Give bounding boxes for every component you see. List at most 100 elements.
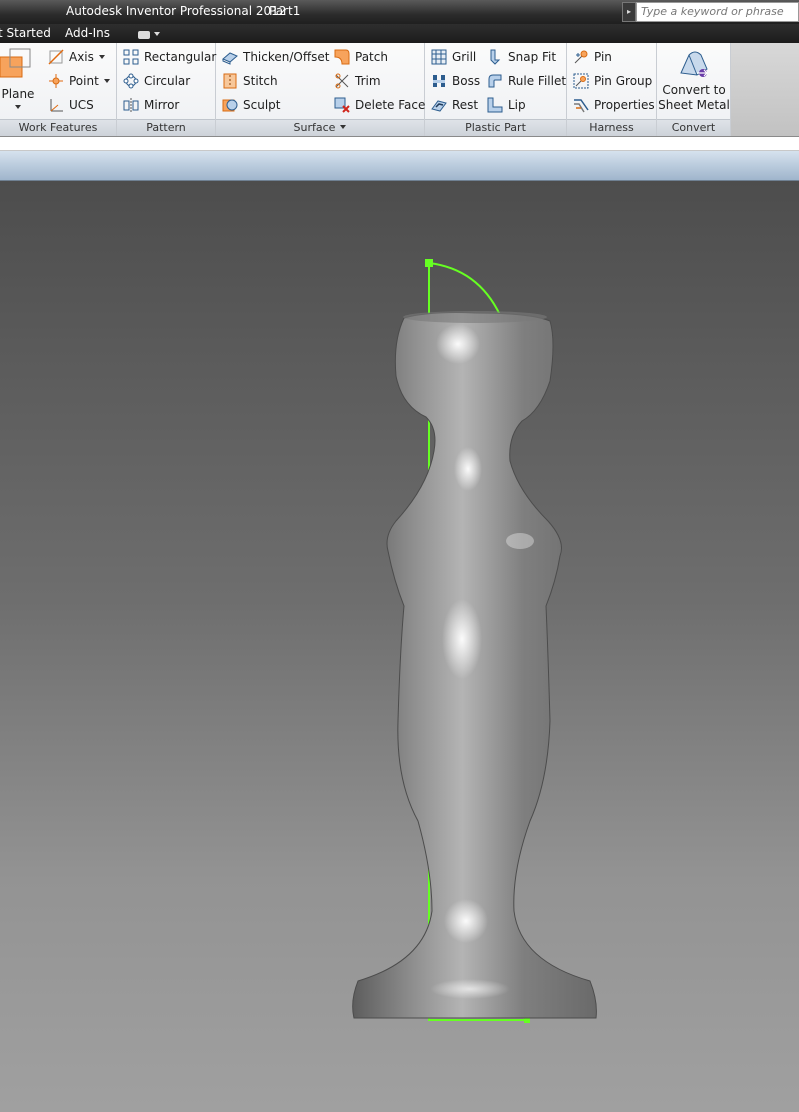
plane-label: Plane: [1, 87, 35, 101]
thicken-offset-icon: [222, 49, 238, 65]
chevron-down-icon: [154, 32, 160, 36]
ucs-icon: [48, 97, 64, 113]
ribbon-separator-bar: [0, 137, 799, 151]
circular-label: Circular: [144, 74, 191, 88]
panel-pattern: Rectangular Circular Mirror Pattern: [117, 43, 216, 136]
ribbon-tab-bar: t Started Add-Ins: [0, 24, 799, 43]
rectangular-pattern-button[interactable]: Rectangular: [123, 47, 216, 67]
ucs-button[interactable]: UCS: [48, 95, 94, 115]
rectangular-label: Rectangular: [144, 50, 217, 64]
lip-label: Lip: [508, 98, 526, 112]
pin-group-icon: [573, 73, 589, 89]
stitch-button[interactable]: Stitch: [222, 71, 278, 91]
grill-icon: [431, 49, 447, 65]
delete-face-button[interactable]: Delete Face: [334, 95, 425, 115]
pin-group-label: Pin Group: [594, 74, 653, 88]
search-expand-icon[interactable]: ▸: [622, 2, 636, 22]
panel-surface: Thicken/Offset Stitch Sculpt Patch Trim …: [216, 43, 425, 136]
circular-pattern-icon: [123, 73, 139, 89]
thicken-offset-button[interactable]: Thicken/Offset: [222, 47, 329, 67]
tab-get-started[interactable]: t Started: [0, 26, 51, 40]
lip-button[interactable]: Lip: [487, 95, 526, 115]
pin-group-button[interactable]: Pin Group: [573, 71, 652, 91]
ribbon-empty-area: [731, 43, 799, 136]
axis-label: Axis: [69, 50, 94, 64]
sculpt-label: Sculpt: [243, 98, 281, 112]
pin-button[interactable]: Pin: [573, 47, 612, 67]
pin-label: Pin: [594, 50, 612, 64]
sculpt-icon: [222, 97, 238, 113]
mirror-button[interactable]: Mirror: [123, 95, 179, 115]
convert-to-sheet-metal-button[interactable]: Convert to Sheet Metal: [657, 47, 731, 117]
patch-button[interactable]: Patch: [334, 47, 388, 67]
panel-title-work-features: Work Features: [0, 119, 116, 136]
panel-title-surface-label: Surface: [293, 121, 336, 134]
help-search-input[interactable]: Type a keyword or phrase: [636, 2, 799, 22]
pin-icon: [573, 49, 589, 65]
properties-button[interactable]: Properties: [573, 95, 655, 115]
boss-icon: [431, 73, 447, 89]
panel-plastic-part: Grill Boss Rest Snap Fit Rule Fillet Lip…: [425, 43, 567, 136]
panel-title-harness: Harness: [567, 119, 656, 136]
boss-label: Boss: [452, 74, 481, 88]
boss-button[interactable]: Boss: [431, 71, 480, 91]
mirror-icon: [123, 97, 139, 113]
properties-icon: [573, 97, 589, 113]
panel-title-surface[interactable]: Surface: [216, 119, 424, 136]
graphics-viewport[interactable]: [0, 181, 799, 1112]
panel-title-plastic-part: Plastic Part: [425, 119, 566, 136]
ucs-label: UCS: [69, 98, 94, 112]
thicken-offset-label: Thicken/Offset: [243, 50, 330, 64]
stitch-icon: [222, 73, 238, 89]
trim-button[interactable]: Trim: [334, 71, 381, 91]
plane-button[interactable]: Plane: [0, 47, 36, 109]
lip-icon: [487, 97, 503, 113]
mirror-label: Mirror: [144, 98, 180, 112]
plane-icon: [0, 48, 31, 78]
panel-title-pattern: Pattern: [117, 119, 215, 136]
snap-fit-label: Snap Fit: [508, 50, 557, 64]
delete-face-icon: [334, 97, 350, 113]
axis-icon: [48, 48, 64, 65]
snap-fit-button[interactable]: Snap Fit: [487, 47, 556, 67]
circular-pattern-button[interactable]: Circular: [123, 71, 190, 91]
point-label: Point: [69, 74, 99, 88]
properties-label: Properties: [594, 98, 655, 112]
tab-overflow-button[interactable]: [138, 27, 164, 40]
trim-icon: [334, 73, 350, 89]
plane-dropdown-icon[interactable]: [15, 105, 21, 109]
trim-label: Trim: [355, 74, 381, 88]
document-name: Part1: [269, 4, 301, 18]
convert-line1: Convert to: [662, 83, 726, 97]
point-icon: [48, 73, 64, 89]
grill-button[interactable]: Grill: [431, 47, 476, 67]
sculpt-button[interactable]: Sculpt: [222, 95, 280, 115]
rectangular-pattern-icon: [123, 49, 139, 65]
document-tab-strip: [0, 151, 799, 181]
sketch-endpoint-top[interactable]: [425, 259, 433, 267]
point-dropdown-icon[interactable]: [103, 79, 110, 83]
patch-icon: [334, 49, 350, 65]
point-button[interactable]: Point: [48, 71, 110, 91]
snap-fit-icon: [487, 49, 503, 65]
rule-fillet-label: Rule Fillet: [508, 74, 567, 88]
rest-button[interactable]: Rest: [431, 95, 478, 115]
app-title: Autodesk Inventor Professional 2012: [66, 4, 287, 18]
rest-icon: [431, 97, 447, 113]
panel-convert: Convert to Sheet Metal Convert: [657, 43, 731, 136]
revolved-body-model[interactable]: [352, 311, 597, 1019]
model-canvas[interactable]: [0, 181, 799, 1112]
camera-icon: [138, 31, 150, 39]
convert-line2: Sheet Metal: [658, 98, 730, 112]
panel-harness: Pin Pin Group Properties Harness: [567, 43, 657, 136]
rest-label: Rest: [452, 98, 479, 112]
axis-dropdown-icon[interactable]: [98, 55, 105, 59]
axis-button[interactable]: Axis: [48, 47, 105, 67]
tab-add-ins[interactable]: Add-Ins: [65, 26, 110, 40]
grill-label: Grill: [452, 50, 477, 64]
sheet-metal-icon: [680, 51, 708, 77]
rule-fillet-button[interactable]: Rule Fillet: [487, 71, 566, 91]
surface-panel-expand-icon[interactable]: [340, 125, 347, 129]
rule-fillet-icon: [487, 73, 503, 89]
patch-label: Patch: [355, 50, 388, 64]
